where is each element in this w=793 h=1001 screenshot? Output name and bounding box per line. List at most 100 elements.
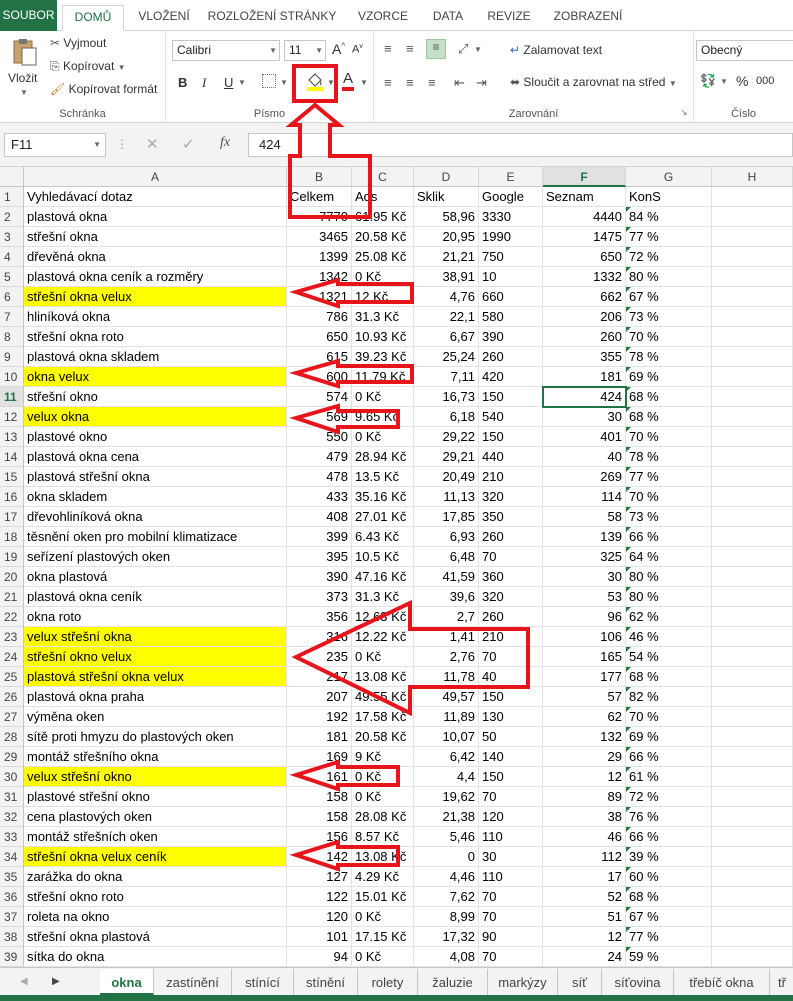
merge-center-button[interactable]: ⬌ Sloučit a zarovnat na střed ▼ [510,75,677,89]
table-cell[interactable]: 10.5 Kč [352,547,414,567]
table-cell[interactable]: 70 [479,947,543,967]
table-cell[interactable] [712,707,793,727]
table-cell[interactable]: 650 [543,247,626,267]
row-header[interactable]: 2 [0,207,24,227]
table-cell[interactable]: 70 % [626,487,712,507]
table-cell[interactable]: 58 [543,507,626,527]
sheet-tab-stineni[interactable]: stínění [294,969,358,996]
table-cell[interactable] [712,507,793,527]
table-cell[interactable]: 73 % [626,507,712,527]
table-cell[interactable]: 52 [543,887,626,907]
table-cell[interactable]: 615 [287,347,352,367]
table-cell[interactable]: montáž střešního okna [24,747,287,767]
table-cell[interactable]: 356 [287,607,352,627]
table-cell[interactable]: 77 % [626,227,712,247]
table-cell[interactable]: 38,91 [414,267,479,287]
table-cell[interactable]: 39 % [626,847,712,867]
table-cell[interactable]: 101 [287,927,352,947]
column-title-cell[interactable]: Seznam [543,187,626,207]
table-cell[interactable]: 54 % [626,647,712,667]
column-header-a[interactable]: A [24,167,287,187]
table-cell[interactable]: 479 [287,447,352,467]
sheet-tab-trebic-okna[interactable]: třebíč okna [674,969,770,996]
table-cell[interactable]: 24 [543,947,626,967]
row-header[interactable]: 21 [0,587,24,607]
table-cell[interactable]: 13.08 Kč [352,847,414,867]
table-cell[interactable]: 11.79 Kč [352,367,414,387]
column-header-d[interactable]: D [414,167,479,187]
table-cell[interactable]: velux střešní okna [24,627,287,647]
table-cell[interactable]: 13.5 Kč [352,467,414,487]
table-cell[interactable] [712,267,793,287]
table-cell[interactable]: 17 [543,867,626,887]
table-cell[interactable]: 600 [287,367,352,387]
table-cell[interactable]: 11,13 [414,487,479,507]
table-cell[interactable]: 122 [287,887,352,907]
table-cell[interactable]: 62 [543,707,626,727]
row-header[interactable]: 19 [0,547,24,567]
row-header[interactable]: 18 [0,527,24,547]
table-cell[interactable]: 51 [543,907,626,927]
table-cell[interactable]: 70 [479,907,543,927]
align-center-icon[interactable]: ≡ [406,75,414,90]
column-title-cell[interactable]: KonS [626,187,712,207]
table-cell[interactable]: 25.08 Kč [352,247,414,267]
table-cell[interactable]: 120 [479,807,543,827]
fill-color-dropdown-icon[interactable]: ▼ [327,78,335,87]
table-cell[interactable]: sítě proti hmyzu do plastových oken [24,727,287,747]
table-cell[interactable]: okna roto [24,607,287,627]
table-cell[interactable]: 30 [543,567,626,587]
table-cell[interactable] [712,327,793,347]
row-header[interactable]: 32 [0,807,24,827]
row-header[interactable]: 24 [0,647,24,667]
align-bottom-icon[interactable]: ≡ [426,39,446,59]
table-cell[interactable]: 235 [287,647,352,667]
table-cell[interactable]: 53 [543,587,626,607]
table-cell[interactable]: 61 % [626,767,712,787]
table-cell[interactable]: 110 [479,867,543,887]
table-cell[interactable]: 360 [479,567,543,587]
table-cell[interactable]: 169 [287,747,352,767]
font-name-select[interactable]: Calibri ▼ [172,40,280,61]
table-cell[interactable]: sítka do okna [24,947,287,967]
table-cell[interactable]: 94 [287,947,352,967]
table-cell[interactable] [712,607,793,627]
table-cell[interactable]: 9.65 Kč [352,407,414,427]
table-cell[interactable]: 0 Kč [352,647,414,667]
table-cell[interactable]: 70 % [626,327,712,347]
table-cell[interactable]: 21,21 [414,247,479,267]
increase-indent-icon[interactable]: ⇥ [476,75,487,91]
column-header-e[interactable]: E [479,167,543,187]
table-cell[interactable] [712,727,793,747]
align-right-icon[interactable]: ≡ [428,75,436,90]
table-cell[interactable]: 49.55 Kč [352,687,414,707]
table-cell[interactable]: okna plastová [24,567,287,587]
table-cell[interactable]: zarážka do okna [24,867,287,887]
sheet-tab-zaluzie[interactable]: žaluzie [418,969,488,996]
orientation-dropdown-icon[interactable]: ▼ [474,45,482,54]
table-cell[interactable]: 30 [543,407,626,427]
row-header[interactable]: 35 [0,867,24,887]
table-cell[interactable]: 80 % [626,567,712,587]
row-header[interactable]: 30 [0,767,24,787]
table-cell[interactable]: střešní okna velux [24,287,287,307]
table-cell[interactable]: 25,24 [414,347,479,367]
table-cell[interactable]: 139 [543,527,626,547]
table-cell[interactable] [712,947,793,967]
table-cell[interactable]: 6.43 Kč [352,527,414,547]
table-cell[interactable]: střešní okna plastová [24,927,287,947]
row-header[interactable]: 31 [0,787,24,807]
table-cell[interactable]: 12 [543,767,626,787]
table-cell[interactable]: 158 [287,787,352,807]
table-cell[interactable]: plastová okna cena [24,447,287,467]
table-cell[interactable]: plastová okna skladem [24,347,287,367]
table-cell[interactable]: 13.08 Kč [352,667,414,687]
row-header[interactable]: 33 [0,827,24,847]
table-cell[interactable]: 207 [287,687,352,707]
column-header-b[interactable]: B [287,167,352,187]
table-cell[interactable]: 550 [287,427,352,447]
table-cell[interactable]: hliníková okna [24,307,287,327]
table-cell[interactable]: 210 [479,627,543,647]
table-cell[interactable]: 4440 [543,207,626,227]
table-cell[interactable]: 64 % [626,547,712,567]
